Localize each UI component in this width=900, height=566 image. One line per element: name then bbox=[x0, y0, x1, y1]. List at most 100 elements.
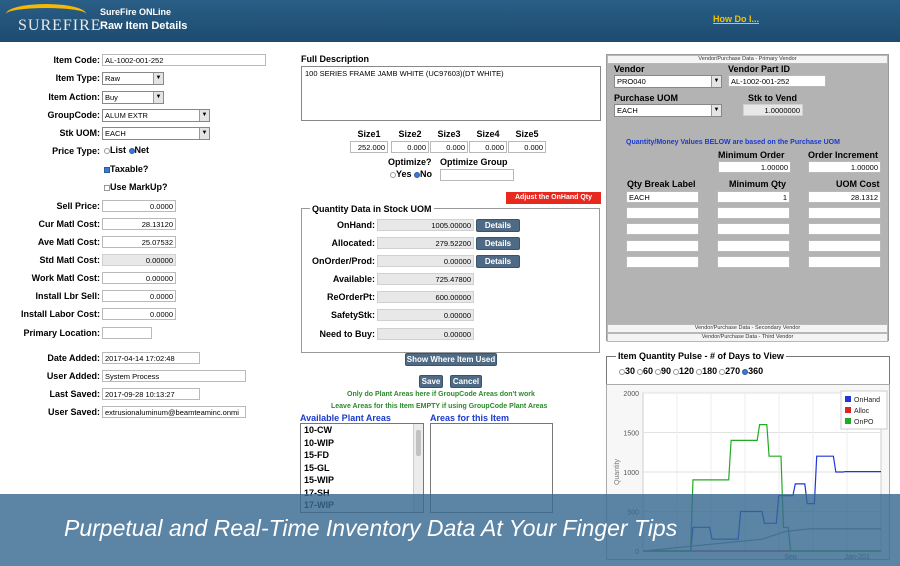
quantity-row-label: SafetyStk: bbox=[330, 310, 375, 320]
primary-location-input[interactable] bbox=[102, 327, 152, 339]
secondary-vendor-strip[interactable]: Vendor/Purchase Data - Secondary Vendor bbox=[607, 324, 888, 333]
groupcode-select[interactable]: ALUM EXTR ▼ bbox=[102, 109, 210, 122]
quantity-row-value: 0.00000 bbox=[377, 328, 474, 340]
pulse-days-label: 60 bbox=[643, 366, 654, 376]
install-labor-cost-input[interactable]: 0.0000 bbox=[102, 308, 176, 320]
plant-area-item[interactable]: 15-FD bbox=[301, 449, 423, 462]
minimum-qty-input[interactable] bbox=[717, 223, 790, 235]
plant-area-item[interactable]: 10-CW bbox=[301, 424, 423, 437]
user-saved-label: User Saved: bbox=[47, 407, 100, 417]
quantity-row-value: 600.00000 bbox=[377, 291, 474, 303]
size-input[interactable]: 0.000 bbox=[430, 141, 468, 153]
uom-cost-input[interactable] bbox=[808, 256, 881, 268]
plant-area-item[interactable]: 10-WIP bbox=[301, 437, 423, 450]
plant-area-item[interactable]: 15-WIP bbox=[301, 474, 423, 487]
sell-price-input[interactable]: 0.0000 bbox=[102, 200, 176, 212]
uom-cost-input[interactable] bbox=[808, 207, 881, 219]
details-button[interactable]: Details bbox=[476, 237, 520, 250]
minimum-order-input[interactable]: 1.00000 bbox=[718, 161, 791, 173]
save-button[interactable]: Save bbox=[419, 375, 443, 388]
plant-area-item[interactable]: 15-GL bbox=[301, 462, 423, 475]
available-plant-areas-label: Available Plant Areas bbox=[300, 413, 391, 423]
size-input[interactable]: 0.000 bbox=[469, 141, 507, 153]
qty-break-label-input[interactable] bbox=[626, 223, 699, 235]
minimum-qty-input[interactable] bbox=[717, 207, 790, 219]
uom-cost-input[interactable] bbox=[808, 240, 881, 252]
promo-banner-text: Purpetual and Real-Time Inventory Data A… bbox=[64, 515, 678, 541]
item-action-select[interactable]: Buy ▼ bbox=[102, 91, 164, 104]
third-vendor-strip[interactable]: Vendor/Purchase Data - Third Vendor bbox=[607, 333, 888, 342]
price-list-label: List bbox=[110, 145, 127, 155]
size-input[interactable]: 252.000 bbox=[350, 141, 388, 153]
primary-vendor-strip[interactable]: Vendor/Purchase Data - Primary Vendor bbox=[607, 55, 888, 64]
purchase-uom-label: Purchase UOM bbox=[614, 93, 679, 103]
user-added-value: System Process bbox=[102, 370, 246, 382]
last-saved-value: 2017-09-28 10:13:27 bbox=[102, 388, 200, 400]
uom-cost-input[interactable]: 28.1312 bbox=[808, 191, 881, 203]
quantity-row-label: OnHand: bbox=[337, 220, 375, 230]
chevron-down-icon: ▼ bbox=[711, 76, 721, 87]
cancel-button[interactable]: Cancel bbox=[450, 375, 482, 388]
use-markup-label: Use MarkUp? bbox=[110, 182, 168, 192]
cur-matl-cost-input[interactable]: 28.13120 bbox=[102, 218, 176, 230]
uom-cost-input[interactable] bbox=[808, 223, 881, 235]
legend-label: Alloc bbox=[854, 408, 870, 415]
details-button[interactable]: Details bbox=[476, 219, 520, 232]
quantity-row-value: 1005.00000 bbox=[377, 219, 474, 231]
order-increment-label: Order Increment bbox=[808, 150, 879, 160]
chevron-down-icon: ▼ bbox=[199, 128, 209, 139]
stk-uom-value: EACH bbox=[105, 129, 126, 138]
pulse-days-label: 270 bbox=[725, 366, 741, 376]
minimum-qty-input[interactable]: 1 bbox=[717, 191, 790, 203]
qty-break-label-input[interactable]: EACH bbox=[626, 191, 699, 203]
quantity-row-label: Need to Buy: bbox=[319, 329, 375, 339]
pulse-days-label: 120 bbox=[679, 366, 695, 376]
date-added-label: Date Added: bbox=[47, 353, 100, 363]
order-increment-input[interactable]: 1.00000 bbox=[808, 161, 881, 173]
details-button[interactable]: Details bbox=[476, 255, 520, 268]
uom-cost-header: UOM Cost bbox=[836, 179, 880, 189]
install-labor-cost-label: Install Labor Cost: bbox=[20, 309, 100, 319]
adjust-onhand-button[interactable]: Adjust the OnHand Qty bbox=[506, 192, 601, 204]
item-type-value: Raw bbox=[105, 74, 121, 83]
minimum-qty-input[interactable] bbox=[717, 256, 790, 268]
quantity-row-label: OnOrder/Prod: bbox=[311, 256, 375, 266]
purchase-uom-select[interactable]: EACH ▼ bbox=[614, 104, 722, 117]
groupcode-label: GroupCode: bbox=[47, 110, 101, 120]
vendor-part-id-input[interactable]: AL-1002-001-252 bbox=[728, 75, 826, 87]
size-input[interactable]: 0.000 bbox=[508, 141, 546, 153]
chevron-down-icon: ▼ bbox=[153, 73, 163, 84]
stk-to-vend-value: 1.0000000 bbox=[743, 104, 803, 116]
size-label: Size2 bbox=[398, 129, 422, 139]
vendor-select[interactable]: PRO040 ▼ bbox=[614, 75, 722, 88]
install-lbr-sell-input[interactable]: 0.0000 bbox=[102, 290, 176, 302]
qty-break-label-input[interactable] bbox=[626, 240, 699, 252]
vendor-part-id-label: Vendor Part ID bbox=[728, 64, 791, 74]
qty-break-label-input[interactable] bbox=[626, 256, 699, 268]
work-matl-cost-input[interactable]: 0.00000 bbox=[102, 272, 176, 284]
logo-text: SUREFIRE bbox=[18, 17, 102, 34]
stk-to-vend-label: Stk to Vend bbox=[748, 93, 798, 103]
stk-uom-select[interactable]: EACH ▼ bbox=[102, 127, 210, 140]
item-action-value: Buy bbox=[105, 93, 118, 102]
last-saved-label: Last Saved: bbox=[49, 389, 100, 399]
help-link[interactable]: How Do I... bbox=[713, 14, 759, 24]
full-description-textarea[interactable]: 100 SERIES FRAME JAMB WHITE (UC97603)(DT… bbox=[301, 66, 601, 121]
scrollbar-thumb[interactable] bbox=[416, 430, 421, 456]
minimum-qty-input[interactable] bbox=[717, 240, 790, 252]
use-markup-row: Use MarkUp? bbox=[104, 182, 168, 192]
full-description-label: Full Description bbox=[301, 54, 370, 64]
show-where-used-button[interactable]: Show Where Item Used bbox=[405, 353, 497, 366]
purchase-uom-value: EACH bbox=[617, 106, 638, 115]
quantity-row-label: ReOrderPt: bbox=[326, 292, 375, 302]
item-type-select[interactable]: Raw ▼ bbox=[102, 72, 164, 85]
optimize-group-input[interactable] bbox=[440, 169, 514, 181]
quantity-row-label: Available: bbox=[332, 274, 375, 284]
cur-matl-cost-label: Cur Matl Cost: bbox=[38, 219, 101, 229]
item-code-input[interactable]: AL-1002-001-252 bbox=[102, 54, 266, 66]
qty-break-label-input[interactable] bbox=[626, 207, 699, 219]
pulse-days-label: 360 bbox=[748, 366, 764, 376]
item-type-label: Item Type: bbox=[55, 73, 100, 83]
size-input[interactable]: 0.000 bbox=[391, 141, 429, 153]
ave-matl-cost-input[interactable]: 25.07532 bbox=[102, 236, 176, 248]
